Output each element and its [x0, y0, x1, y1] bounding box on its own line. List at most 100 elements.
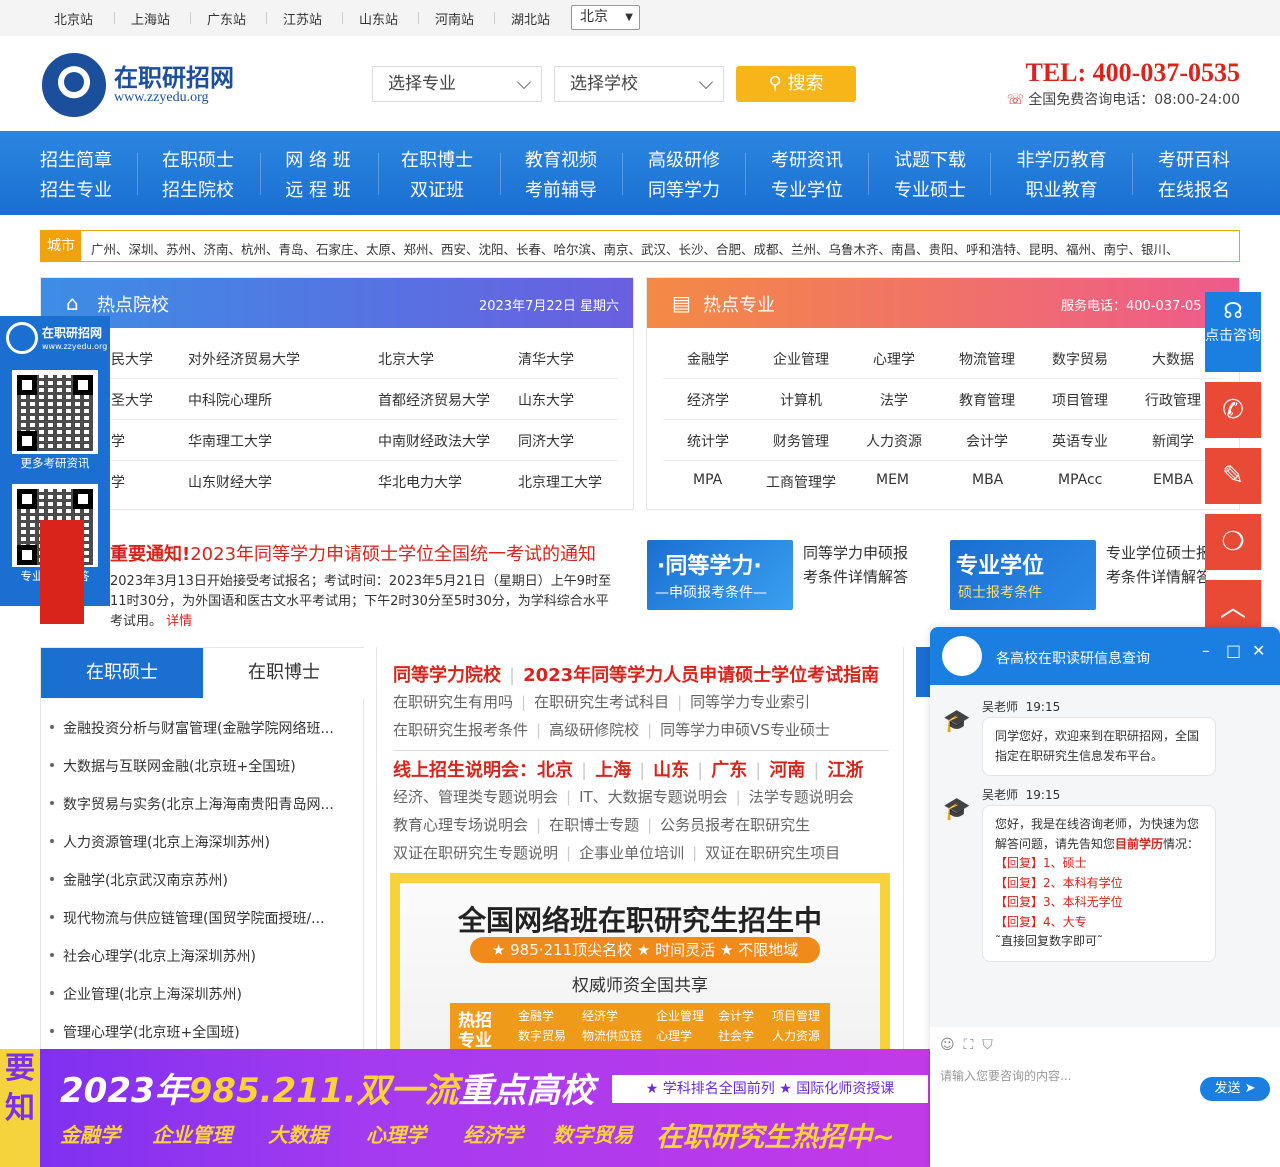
nav-link[interactable]: 远 程 班	[282, 176, 354, 206]
city-links[interactable]: 广州、深圳、苏州、济南、杭州、青岛、石家庄、太原、郑州、西安、沈阳、长春、哈尔滨…	[91, 239, 1231, 258]
chat-input[interactable]: 请输入您要咨询的内容...	[940, 1067, 1071, 1084]
list-item[interactable]: 社会心理学(北京上海深圳苏州)	[50, 946, 256, 966]
major-select[interactable]: 选择专业	[372, 66, 542, 102]
nav-link[interactable]: 考研资讯	[770, 146, 844, 176]
shield-icon[interactable]: ⛉	[982, 1037, 993, 1053]
station-link[interactable]: 北京站	[54, 9, 93, 28]
send-button[interactable]: 发送 ➤	[1200, 1077, 1270, 1101]
major-link[interactable]: 法学	[880, 390, 908, 410]
crop-icon[interactable]: ⛶	[964, 1037, 974, 1053]
major-link[interactable]: 会计学	[966, 431, 1008, 451]
major-link[interactable]: MPAcc	[1058, 472, 1102, 488]
nav-link[interactable]: 教育视频	[524, 146, 598, 176]
reply-option[interactable]: 【回复】3、本科无学位	[995, 893, 1203, 913]
promo-text[interactable]: 同等学力申硕报 考条件详情解答	[803, 541, 908, 589]
station-link[interactable]: 湖北站	[511, 9, 550, 28]
form-float-button[interactable]: ✎	[1205, 448, 1261, 504]
school-link[interactable]: 民大学	[111, 349, 153, 369]
list-item[interactable]: 人力资源管理(北京上海深圳苏州)	[50, 832, 270, 852]
school-link[interactable]: 同济大学	[518, 431, 574, 451]
nav-link[interactable]: 招生院校	[162, 176, 234, 206]
nav-link[interactable]: 职业教育	[1014, 176, 1109, 206]
school-link[interactable]: 圣大学	[111, 390, 153, 410]
nav-link[interactable]: 招生专业	[40, 176, 112, 206]
nav-link[interactable]: 同等学力	[647, 176, 721, 206]
station-link[interactable]: 山东站	[359, 9, 398, 28]
major-link[interactable]: 财务管理	[773, 431, 829, 451]
station-link[interactable]: 江苏站	[283, 9, 322, 28]
station-link[interactable]: 上海站	[131, 9, 170, 28]
promo-banner-equivalent[interactable]: ·同等学力· —申硕报考条件—	[647, 540, 793, 610]
wechat-float-button[interactable]: ❍	[1205, 514, 1261, 570]
major-link[interactable]: 计算机	[780, 390, 822, 410]
school-link[interactable]: 学	[111, 472, 125, 492]
city-select[interactable]: 北京 ▼	[571, 5, 640, 30]
school-link[interactable]: 北京理工大学	[518, 472, 602, 492]
more-link[interactable]: 详情	[166, 614, 192, 629]
major-link[interactable]: 大数据	[1152, 349, 1194, 369]
list-item[interactable]: 金融投资分析与财富管理(金融学院网络班...	[50, 718, 334, 738]
major-link[interactable]: MEM	[876, 472, 909, 488]
notice-title[interactable]: 重要通知!2023年同等学力申请硕士学位全国统一考试的通知	[110, 540, 596, 566]
major-link[interactable]: 数字贸易	[1052, 349, 1108, 369]
list-item[interactable]: 金融学(北京武汉南京苏州)	[50, 870, 228, 890]
tab-masters[interactable]: 在职硕士	[41, 648, 203, 698]
nav-link[interactable]: 双证班	[401, 176, 473, 206]
promo-banner-professional[interactable]: 专业学位 硕士报考条件	[950, 540, 1096, 610]
maximize-icon[interactable]: □	[1226, 641, 1241, 660]
nav-link[interactable]: 网 络 班	[282, 146, 354, 176]
school-select[interactable]: 选择学校	[554, 66, 724, 102]
consult-button[interactable]: ☊ 点击咨询	[1205, 292, 1261, 372]
nav-link[interactable]: 在线报名	[1157, 176, 1231, 206]
major-link[interactable]: MBA	[972, 472, 1003, 488]
school-link[interactable]: 山东大学	[518, 390, 574, 410]
list-item[interactable]: 企业管理(北京上海深圳苏州)	[50, 984, 242, 1004]
major-link[interactable]: EMBA	[1153, 472, 1193, 488]
major-link[interactable]: 心理学	[873, 349, 915, 369]
list-item[interactable]: 现代物流与供应链管理(国贸学院面授班/...	[50, 908, 325, 928]
major-link[interactable]: 金融学	[687, 349, 729, 369]
station-link[interactable]: 广东站	[207, 9, 246, 28]
nav-link[interactable]: 高级研修	[647, 146, 721, 176]
tab-doctorate[interactable]: 在职博士	[203, 648, 365, 698]
major-link[interactable]: MPA	[693, 472, 722, 488]
nav-link[interactable]: 在职硕士	[162, 146, 234, 176]
school-link[interactable]: 山东财经大学	[188, 472, 272, 492]
nav-link[interactable]: 试题下载	[893, 146, 967, 176]
promo-text[interactable]: 专业学位硕士报 考条件详情解答	[1106, 541, 1206, 589]
emoji-icon[interactable]: ☺	[940, 1037, 955, 1053]
school-link[interactable]: 中南财经政法大学	[378, 431, 490, 451]
search-button[interactable]: ⚲ 搜索	[736, 66, 856, 102]
network-class-banner[interactable]: 全国网络班在职研究生招生中 ★ 985·211顶尖名校 ★ 时间灵活 ★ 不限地…	[390, 873, 890, 1053]
school-link[interactable]: 中科院心理所	[188, 390, 272, 410]
school-link[interactable]: 北京大学	[378, 349, 434, 369]
reply-option[interactable]: 【回复】4、大专	[995, 913, 1203, 933]
nav-link[interactable]: 考研百科	[1157, 146, 1231, 176]
nav-link[interactable]: 在职博士	[401, 146, 473, 176]
minimize-icon[interactable]: –	[1202, 641, 1210, 660]
major-link[interactable]: 工商管理学	[766, 472, 836, 492]
school-link[interactable]: 学	[111, 431, 125, 451]
major-link[interactable]: 人力资源	[866, 431, 922, 451]
nav-link[interactable]: 专业硕士	[893, 176, 967, 206]
nav-link[interactable]: 考前辅导	[524, 176, 598, 206]
major-link[interactable]: 教育管理	[959, 390, 1015, 410]
phone-float-button[interactable]: ✆	[1205, 382, 1261, 438]
school-link[interactable]: 华南理工大学	[188, 431, 272, 451]
nav-link[interactable]: 招生简章	[40, 146, 112, 176]
list-item[interactable]: 数字贸易与实务(北京上海海南贵阳青岛网...	[50, 794, 334, 814]
major-link[interactable]: 物流管理	[959, 349, 1015, 369]
bottom-promo-banner[interactable]: 要知 2023年985.211.双一流重点高校 ★ 学科排名全国前列 ★ 国际化…	[0, 1049, 930, 1167]
station-link[interactable]: 河南站	[435, 9, 474, 28]
school-link[interactable]: 清华大学	[518, 349, 574, 369]
close-icon[interactable]: ✕	[1252, 641, 1265, 660]
major-link[interactable]: 英语专业	[1052, 431, 1108, 451]
major-link[interactable]: 新闻学	[1152, 431, 1194, 451]
nav-link[interactable]: 专业学位	[770, 176, 844, 206]
major-link[interactable]: 项目管理	[1052, 390, 1108, 410]
major-link[interactable]: 行政管理	[1145, 390, 1201, 410]
major-link[interactable]: 统计学	[687, 431, 729, 451]
major-link[interactable]: 经济学	[687, 390, 729, 410]
nav-link[interactable]: 非学历教育	[1014, 146, 1109, 176]
major-link[interactable]: 企业管理	[773, 349, 829, 369]
